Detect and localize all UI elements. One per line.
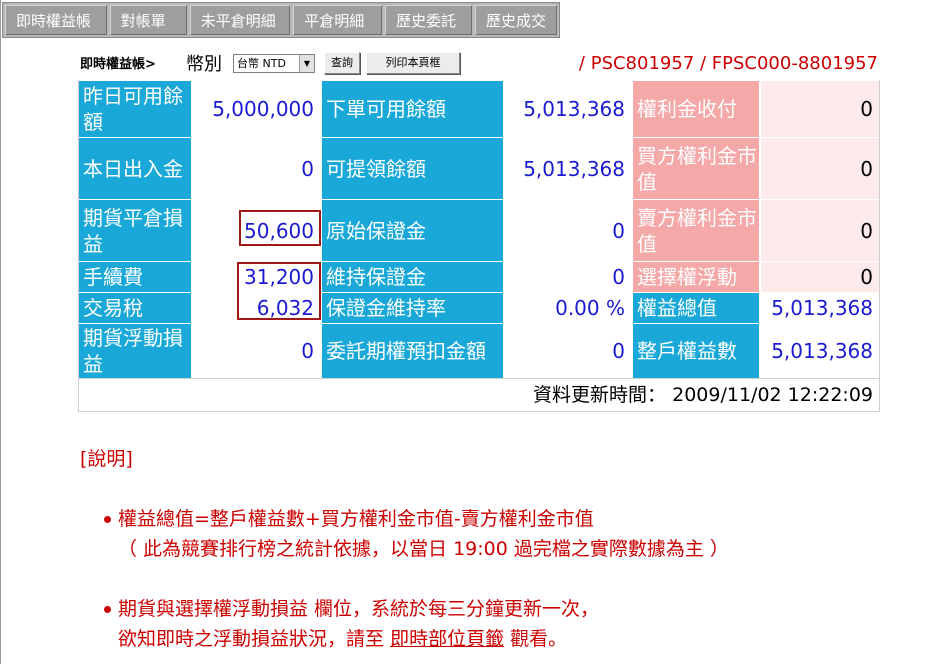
label-buy-premium-mv: 買方權利金市值 [631, 138, 759, 199]
value-premium-settle: 0 [759, 81, 879, 137]
tab-statement[interactable]: 對帳單 [109, 5, 187, 35]
value-buy-premium-mv: 0 [759, 138, 879, 199]
label-maintenance-margin: 維持保證金 [320, 262, 503, 292]
value-order-withheld: 0 [503, 324, 631, 378]
note-item-2-prefix: 欲知即時之浮動損益狀況，請至 [118, 628, 385, 650]
value-withdrawable: 5,013,368 [503, 138, 631, 199]
query-button[interactable]: 查詢 [324, 52, 360, 74]
value-total-equity: 5,013,368 [759, 293, 879, 323]
equity-table: 昨日可用餘額 5,000,000 下單可用餘額 5,013,368 權利金收付 … [78, 80, 880, 412]
label-futures-realized-pl: 期貨平倉損益 [79, 200, 191, 261]
note-item-2-line-1: 期貨與選擇權浮動損益 欄位，系統於每三分鐘更新一次， [118, 598, 600, 620]
print-button[interactable]: 列印本頁框 [366, 52, 460, 74]
realtime-position-link[interactable]: 即時部位頁籤 [390, 628, 504, 650]
left-border [0, 0, 1, 664]
label-margin-ratio: 保證金維持率 [320, 293, 503, 323]
tab-trade-history[interactable]: 歷史成交 [475, 5, 557, 35]
currency-selected-value: 台幣 NTD [237, 57, 286, 70]
update-time-value: 2009/11/02 12:22:09 [672, 384, 873, 406]
bullet-icon [104, 516, 111, 523]
table-row: 期貨浮動損益 0 委託期權預扣金額 0 整戶權益數 5,013,368 [79, 323, 879, 378]
note-item-1-line-2: （ 此為競賽排行榜之統計依據，以當日 19:00 過完檔之實際數據為主 ） [118, 538, 729, 560]
table-row: 手續費 31,200 維持保證金 0 選擇權浮動 0 [79, 261, 879, 292]
tab-order-history[interactable]: 歷史委託 [385, 5, 472, 35]
value-margin-ratio: 0.00 % [503, 293, 631, 323]
tab-realtime-equity[interactable]: 即時權益帳 [5, 5, 107, 35]
label-futures-floating-pl: 期貨浮動損益 [79, 324, 191, 378]
value-account-equity: 5,013,368 [759, 324, 879, 378]
table-row: 昨日可用餘額 5,000,000 下單可用餘額 5,013,368 權利金收付 … [79, 80, 879, 137]
label-order-withheld: 委託期權預扣金額 [320, 324, 503, 378]
label-sell-premium-mv: 賣方權利金市值 [631, 200, 759, 261]
highlight-realized-pl [239, 210, 321, 246]
table-row: 交易稅 6,032 保證金維持率 0.00 % 權益總值 5,013,368 [79, 292, 879, 323]
value-maintenance-margin: 0 [503, 262, 631, 292]
chevron-down-icon[interactable]: ▼ [299, 55, 314, 72]
label-total-equity: 權益總值 [631, 293, 759, 323]
value-sell-premium-mv: 0 [759, 200, 879, 261]
page-title: 即時權益帳> [80, 57, 156, 72]
label-initial-margin: 原始保證金 [320, 200, 503, 261]
label-account-equity: 整戶權益數 [631, 324, 759, 378]
update-time-label: 資料更新時間： [533, 384, 667, 406]
value-options-floating: 0 [759, 262, 879, 292]
note-item-1-line-1: 權益總值=整戶權益數+買方權利金市值-賣方權利金市值 [118, 508, 594, 530]
note-item-2-line-2: 欲知即時之浮動損益狀況，請至 即時部位頁籤 觀看。 [118, 624, 567, 651]
update-time-row: 資料更新時間： 2009/11/02 12:22:09 [79, 378, 879, 411]
label-options-floating: 選擇權浮動 [631, 262, 759, 292]
notes-heading: [說明] [80, 448, 133, 470]
value-order-available: 5,013,368 [503, 81, 631, 137]
note-item-2-suffix: 觀看。 [510, 628, 568, 650]
label-order-available: 下單可用餘額 [320, 81, 503, 137]
label-premium-settle: 權利金收付 [631, 81, 759, 137]
table-row: 本日出入金 0 可提領餘額 5,013,368 買方權利金市值 0 [79, 137, 879, 199]
tab-open-positions[interactable]: 未平倉明細 [189, 5, 291, 35]
table-row: 期貨平倉損益 50,600 原始保證金 0 賣方權利金市值 0 [79, 199, 879, 261]
value-deposit-withdraw: 0 [191, 138, 320, 199]
currency-label: 幣別 [186, 54, 222, 75]
account-ids: / PSC801957 / FPSC000-8801957 [578, 53, 878, 74]
label-prev-available: 昨日可用餘額 [79, 81, 191, 137]
label-transaction-tax: 交易稅 [79, 293, 191, 323]
tab-closed-positions[interactable]: 平倉明細 [293, 5, 383, 35]
label-withdrawable: 可提領餘額 [320, 138, 503, 199]
highlight-fees-tax [237, 262, 321, 320]
tab-bar: 即時權益帳 對帳單 未平倉明細 平倉明細 歷史委託 歷史成交 [2, 2, 560, 38]
label-deposit-withdraw: 本日出入金 [79, 138, 191, 199]
label-commission: 手續費 [79, 262, 191, 292]
bullet-icon [104, 606, 111, 613]
currency-select[interactable]: 台幣 NTD ▼ [233, 54, 315, 73]
value-initial-margin: 0 [503, 200, 631, 261]
value-futures-floating-pl: 0 [191, 324, 320, 378]
value-prev-available: 5,000,000 [191, 81, 320, 137]
